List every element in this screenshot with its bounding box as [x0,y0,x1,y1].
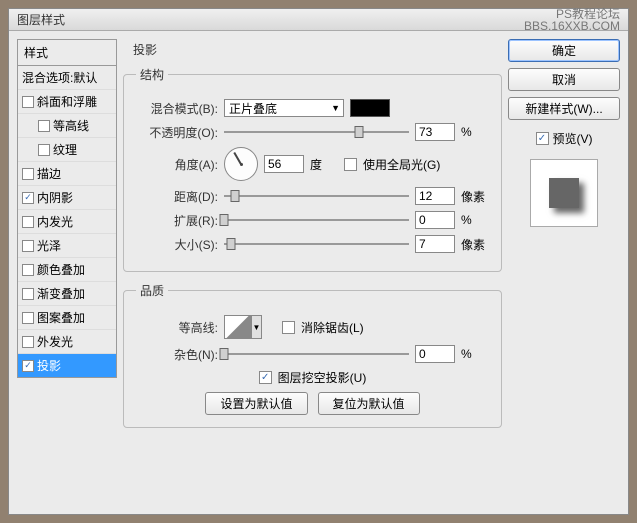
titlebar[interactable]: 图层样式 PS教程论坛 BBS.16XXB.COM [9,9,628,31]
style-item-0[interactable]: 混合选项:默认 [18,66,116,90]
style-checkbox[interactable]: ✓ [22,360,34,372]
antialias-label: 消除锯齿(L) [301,319,364,336]
style-item-label: 光泽 [37,237,61,254]
styles-header: 样式 [17,39,117,66]
style-checkbox[interactable] [22,264,34,276]
style-checkbox[interactable] [22,336,34,348]
style-checkbox[interactable] [22,216,34,228]
noise-input[interactable]: 0 [415,345,455,363]
style-item-5[interactable]: ✓内阴影 [18,186,116,210]
shadow-color-swatch[interactable] [350,99,390,117]
spread-slider[interactable] [224,212,409,228]
preview-swatch [549,178,579,208]
style-item-3[interactable]: 纹理 [18,138,116,162]
style-item-label: 颜色叠加 [37,261,85,278]
knockout-checkbox[interactable]: ✓ [259,371,272,384]
angle-dial[interactable] [224,147,258,181]
global-light-label: 使用全局光(G) [363,156,440,173]
antialias-checkbox[interactable] [282,321,295,334]
preview-label: 预览(V) [553,130,593,147]
style-item-label: 图案叠加 [37,309,85,326]
spread-label: 扩展(R): [136,212,218,229]
styles-column: 样式 混合选项:默认斜面和浮雕等高线纹理描边✓内阴影内发光光泽颜色叠加渐变叠加图… [17,39,117,506]
structure-legend: 结构 [136,66,168,83]
blend-mode-label: 混合模式(B): [136,100,218,117]
ok-button[interactable]: 确定 [508,39,620,62]
chevron-down-icon: ▼ [331,103,340,113]
panel-title: 投影 [123,39,502,60]
style-item-6[interactable]: 内发光 [18,210,116,234]
angle-input[interactable]: 56 [264,155,304,173]
style-item-1[interactable]: 斜面和浮雕 [18,90,116,114]
style-checkbox[interactable] [22,96,34,108]
style-item-7[interactable]: 光泽 [18,234,116,258]
reset-default-button[interactable]: 复位为默认值 [318,392,420,415]
style-item-label: 外发光 [37,333,73,350]
quality-legend: 品质 [136,282,168,299]
style-item-label: 斜面和浮雕 [37,93,97,110]
style-checkbox[interactable] [38,144,50,156]
opacity-slider[interactable] [224,124,409,140]
style-item-2[interactable]: 等高线 [18,114,116,138]
make-default-button[interactable]: 设置为默认值 [205,392,307,415]
style-item-11[interactable]: 外发光 [18,330,116,354]
style-item-10[interactable]: 图案叠加 [18,306,116,330]
distance-input[interactable]: 12 [415,187,455,205]
style-checkbox[interactable]: ✓ [22,192,34,204]
style-item-label: 描边 [37,165,61,182]
style-item-label: 投影 [37,357,61,374]
style-item-12[interactable]: ✓投影 [18,354,116,377]
opacity-input[interactable]: 73 [415,123,455,141]
size-slider[interactable] [224,236,409,252]
structure-fieldset: 结构 混合模式(B): 正片叠底 ▼ 不透明度(O): 73 % [123,66,502,272]
preview-box [530,159,598,227]
style-item-label: 混合选项:默认 [22,69,97,86]
style-item-label: 纹理 [53,141,77,158]
layer-style-dialog: 图层样式 PS教程论坛 BBS.16XXB.COM 样式 混合选项:默认斜面和浮… [8,8,629,515]
noise-unit: % [461,347,489,361]
style-item-9[interactable]: 渐变叠加 [18,282,116,306]
distance-slider[interactable] [224,188,409,204]
distance-unit: 像素 [461,188,489,205]
knockout-label: 图层挖空投影(U) [278,369,367,386]
opacity-label: 不透明度(O): [136,124,218,141]
size-label: 大小(S): [136,236,218,253]
style-item-label: 等高线 [53,117,89,134]
style-item-8[interactable]: 颜色叠加 [18,258,116,282]
style-checkbox[interactable] [22,288,34,300]
style-item-4[interactable]: 描边 [18,162,116,186]
watermark: PS教程论坛 BBS.16XXB.COM [524,8,620,32]
quality-fieldset: 品质 等高线: ▼ 消除锯齿(L) 杂色(N): 0 [123,282,502,428]
distance-label: 距离(D): [136,188,218,205]
noise-slider[interactable] [224,346,409,362]
preview-checkbox[interactable]: ✓ [536,132,549,145]
noise-label: 杂色(N): [136,346,218,363]
angle-unit: 度 [310,156,338,173]
style-checkbox[interactable] [38,120,50,132]
contour-picker[interactable] [224,315,252,339]
style-checkbox[interactable] [22,240,34,252]
size-input[interactable]: 7 [415,235,455,253]
global-light-checkbox[interactable] [344,158,357,171]
new-style-button[interactable]: 新建样式(W)... [508,97,620,120]
contour-dropdown[interactable]: ▼ [252,315,262,339]
style-checkbox[interactable] [22,168,34,180]
angle-label: 角度(A): [136,156,218,173]
style-item-label: 内发光 [37,213,73,230]
styles-list: 混合选项:默认斜面和浮雕等高线纹理描边✓内阴影内发光光泽颜色叠加渐变叠加图案叠加… [17,66,117,378]
settings-column: 投影 结构 混合模式(B): 正片叠底 ▼ 不透明度(O): 73 [123,39,502,506]
cancel-button[interactable]: 取消 [508,68,620,91]
contour-label: 等高线: [136,319,218,336]
style-item-label: 内阴影 [37,189,73,206]
style-item-label: 渐变叠加 [37,285,85,302]
style-checkbox[interactable] [22,312,34,324]
blend-mode-select[interactable]: 正片叠底 ▼ [224,99,344,117]
window-title: 图层样式 [17,11,65,28]
actions-column: 确定 取消 新建样式(W)... ✓ 预览(V) [508,39,620,506]
size-unit: 像素 [461,236,489,253]
spread-unit: % [461,213,489,227]
opacity-unit: % [461,125,489,139]
spread-input[interactable]: 0 [415,211,455,229]
